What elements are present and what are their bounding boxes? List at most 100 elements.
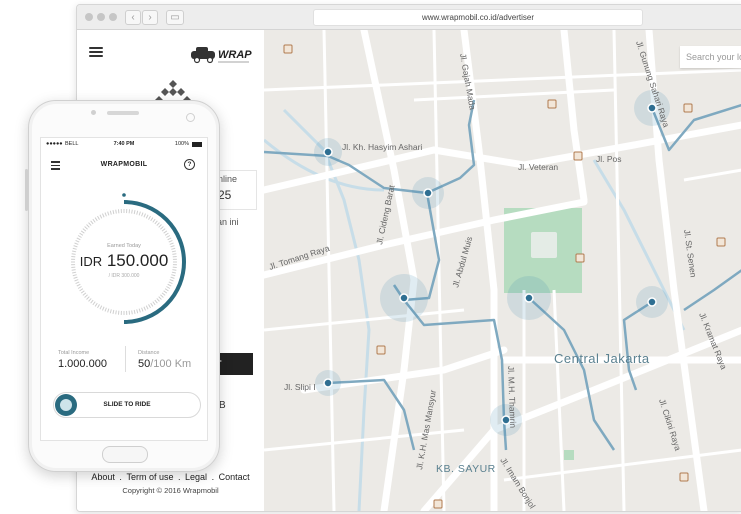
gauge-tick bbox=[104, 212, 107, 217]
gauge-tick bbox=[168, 239, 173, 243]
map-marker-icon[interactable] bbox=[507, 276, 551, 320]
gauge-tick bbox=[131, 310, 133, 315]
footer-legal-link[interactable]: Legal bbox=[185, 472, 207, 482]
phone-sensor bbox=[186, 113, 195, 122]
label-st-senen: Jl. St. Senen bbox=[682, 229, 699, 278]
app-title: WRAPMOBIL bbox=[100, 161, 148, 168]
map-marker-icon[interactable] bbox=[412, 177, 444, 209]
label-slipi: Jl. Slipi I bbox=[284, 382, 316, 392]
gauge-tick bbox=[143, 213, 147, 218]
gauge-tick bbox=[92, 218, 96, 223]
slide-to-ride-slider[interactable]: SLIDE TO RIDE bbox=[53, 392, 201, 418]
forward-icon[interactable]: › bbox=[142, 10, 158, 25]
close-window-icon[interactable] bbox=[85, 13, 93, 21]
gauge-tick bbox=[80, 290, 85, 294]
gauge-tick bbox=[76, 283, 81, 287]
help-icon[interactable]: ? bbox=[184, 159, 195, 170]
total-income-label: Total Income bbox=[58, 350, 90, 356]
gauge-tick bbox=[154, 299, 158, 304]
browser-toolbar: ‹ › ▭ www.wrapmobil.co.id/advertiser bbox=[77, 5, 741, 30]
gauge-tick bbox=[104, 307, 107, 312]
map-marker-icon[interactable] bbox=[636, 286, 668, 318]
gauge-tick bbox=[109, 210, 112, 215]
map-canvas[interactable]: Jl. Kh. Hasyim Ashari Jl. Veteran Jl. Po… bbox=[264, 30, 741, 511]
poi-icon bbox=[679, 472, 689, 482]
gauge-tick bbox=[150, 302, 154, 307]
phone-mockup: ●●●●● BELL 7:40 PM 100% WRAPMOBIL ? Earn… bbox=[25, 100, 220, 472]
label-imam-bonjol: Jl. Imam Bonjol bbox=[498, 456, 537, 511]
label-pos: Jl. Pos bbox=[596, 154, 622, 164]
gauge-tick bbox=[86, 296, 90, 300]
label-kb-sayur: KB. SAYUR bbox=[436, 463, 496, 475]
gauge-tick bbox=[169, 279, 174, 282]
poi-icon bbox=[716, 237, 726, 247]
gauge-tick bbox=[133, 309, 136, 314]
map-marker-icon[interactable] bbox=[380, 274, 428, 322]
gauge-tick bbox=[86, 224, 90, 228]
earned-currency: IDR bbox=[79, 254, 103, 269]
online-label: nline bbox=[218, 174, 238, 184]
street-labels: Jl. Kh. Hasyim Ashari Jl. Veteran Jl. Po… bbox=[268, 40, 730, 511]
phone-speaker bbox=[107, 111, 139, 115]
monas-plaza bbox=[531, 232, 557, 258]
distance-current: 50 bbox=[138, 358, 151, 370]
logo-car-icon[interactable]: WRAP bbox=[189, 42, 255, 66]
map-marker-icon[interactable] bbox=[315, 370, 341, 396]
distance-label: Distance bbox=[138, 350, 160, 356]
gauge-tick bbox=[166, 235, 171, 238]
city-map[interactable]: Jl. Kh. Hasyim Ashari Jl. Veteran Jl. Po… bbox=[264, 30, 741, 511]
sidebar-text: an ini bbox=[217, 217, 239, 227]
gauge-tick bbox=[92, 301, 96, 306]
footer-contact-link[interactable]: Contact bbox=[219, 472, 250, 482]
app-screen: ●●●●● BELL 7:40 PM 100% WRAPMOBIL ? Earn… bbox=[40, 137, 208, 441]
gauge-tick bbox=[75, 239, 80, 243]
map-marker-icon[interactable] bbox=[314, 138, 342, 166]
gauge-tick bbox=[163, 230, 168, 234]
gauge-tick bbox=[136, 309, 139, 314]
distance-value: 50/100 Km bbox=[138, 358, 191, 370]
minimize-window-icon[interactable] bbox=[97, 13, 105, 21]
gauge-tick bbox=[84, 294, 88, 298]
gauge-tick bbox=[76, 237, 81, 241]
gauge-tick bbox=[156, 298, 160, 302]
poi-icon bbox=[433, 499, 443, 509]
stats-divider bbox=[125, 346, 126, 372]
gauge-tick bbox=[152, 301, 156, 306]
footer-sep: . bbox=[211, 472, 215, 482]
online-count: 25 bbox=[218, 188, 232, 202]
label-mas-mansyur: Jl. K.H. Mas Mansyur bbox=[414, 389, 438, 470]
gauge-tick bbox=[99, 214, 103, 219]
url-bar[interactable]: www.wrapmobil.co.id/advertiser bbox=[313, 9, 643, 26]
gauge-tick bbox=[167, 237, 172, 241]
back-icon[interactable]: ‹ bbox=[125, 10, 141, 25]
status-bar: ●●●●● BELL 7:40 PM 100% bbox=[41, 141, 207, 151]
gauge-tick bbox=[168, 281, 173, 285]
gauge-tick bbox=[75, 281, 80, 285]
gauge-tick bbox=[131, 209, 133, 214]
footer-sep: . bbox=[177, 472, 181, 482]
gauge-tick bbox=[164, 232, 169, 236]
sidebar-toggle-icon[interactable]: ▭ bbox=[166, 10, 184, 25]
gauge-tick bbox=[143, 306, 147, 311]
gauge-tick bbox=[99, 305, 103, 310]
gauge-tick bbox=[101, 306, 105, 311]
footer-links: About . Term of use . Legal . Contact bbox=[77, 472, 264, 482]
earned-amount: 150.000 bbox=[106, 251, 169, 270]
gauge-tick bbox=[141, 212, 144, 217]
gauge-tick bbox=[145, 214, 149, 219]
footer-about-link[interactable]: About bbox=[91, 472, 115, 482]
gauge-tick bbox=[138, 211, 141, 216]
map-search-input[interactable]: Search your lo bbox=[680, 46, 741, 68]
gauge-tick bbox=[90, 299, 94, 304]
gauge-tick bbox=[84, 226, 88, 230]
gauge-tick bbox=[150, 217, 154, 222]
hamburger-icon[interactable] bbox=[89, 47, 103, 59]
gauge-tick bbox=[74, 279, 79, 282]
maximize-window-icon[interactable] bbox=[109, 13, 117, 21]
gauge-tick bbox=[136, 210, 139, 215]
footer-terms-link[interactable]: Term of use bbox=[126, 472, 173, 482]
phone-home-button[interactable] bbox=[102, 446, 148, 463]
gauge-tick bbox=[112, 210, 115, 215]
gauge-tick bbox=[88, 298, 92, 302]
gauge-tick bbox=[107, 308, 110, 313]
